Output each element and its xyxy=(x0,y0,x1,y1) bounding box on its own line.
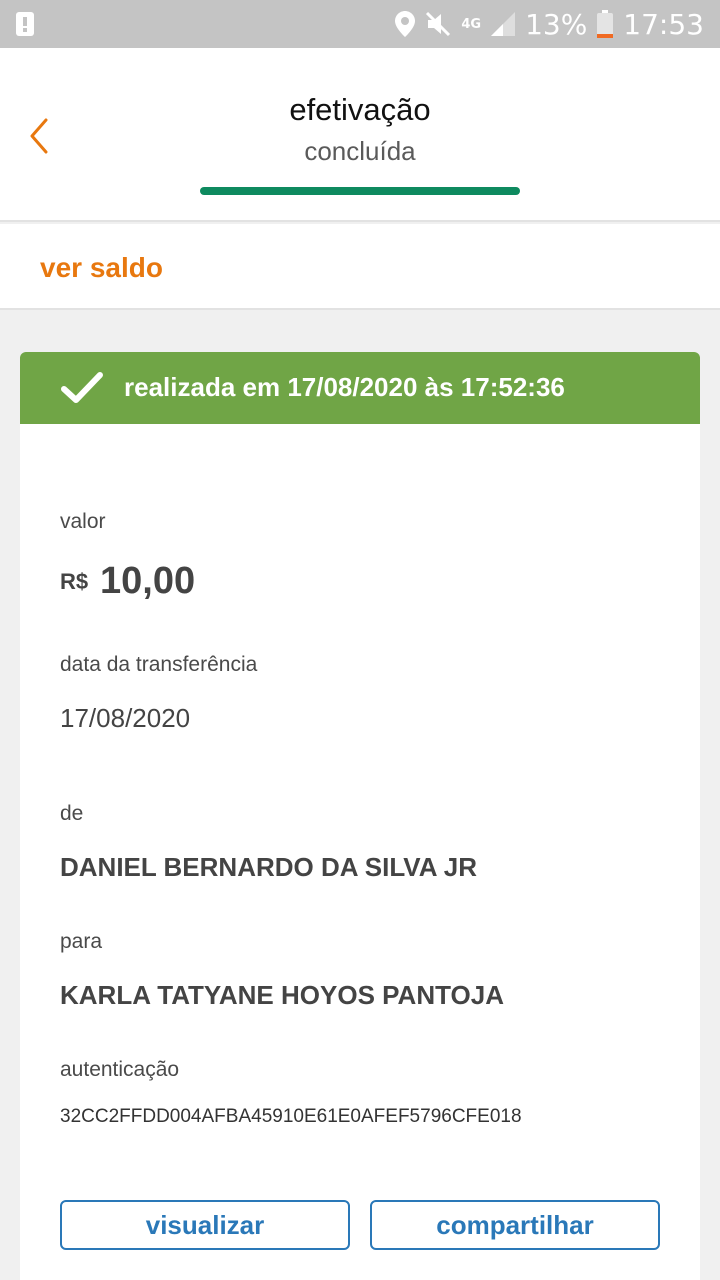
share-button[interactable]: compartilhar xyxy=(370,1200,660,1250)
to-label: para xyxy=(60,930,103,953)
location-icon xyxy=(395,11,416,37)
battery-icon xyxy=(597,10,614,38)
completion-timestamp: realizada em 17/08/2020 às 17:52:36 xyxy=(124,372,565,402)
auth-label: autenticação xyxy=(60,1058,180,1081)
view-button[interactable]: visualizar xyxy=(60,1200,350,1250)
transfer-date: 17/08/2020 xyxy=(60,703,191,733)
amount-value: 10,00 xyxy=(100,560,196,602)
sender-name: DANIEL BERNARDO DA SILVA JR xyxy=(60,852,477,882)
mute-icon xyxy=(426,11,451,37)
header: efetivação concluída xyxy=(0,48,720,222)
currency-symbol: R$ xyxy=(60,569,89,594)
amount-label: valor xyxy=(60,510,106,533)
receipt-card: realizada em 17/08/2020 às 17:52:36 valo… xyxy=(20,352,700,1280)
signal-icon xyxy=(491,12,516,36)
status-bar: 4G 13% 17:53 xyxy=(0,0,720,48)
battery-percent: 13% xyxy=(525,7,588,41)
from-label: de xyxy=(60,802,84,825)
step-progress-bar xyxy=(200,187,520,195)
alert-icon xyxy=(16,12,34,36)
status-right: 4G 13% 17:53 xyxy=(395,0,704,48)
balance-row: ver saldo xyxy=(0,224,720,310)
auth-code: 32CC2FFDD004AFBA45910E61E0AFEF5796CFE018 xyxy=(60,1106,522,1127)
checkmark-icon xyxy=(61,372,103,403)
view-balance-link[interactable]: ver saldo xyxy=(40,252,163,284)
date-label: data da transferência xyxy=(60,653,258,676)
success-banner: realizada em 17/08/2020 às 17:52:36 xyxy=(20,352,700,424)
page-title: efetivação xyxy=(289,92,431,127)
page-subtitle: concluída xyxy=(304,136,416,166)
network-type: 4G xyxy=(461,16,482,32)
recipient-name: KARLA TATYANE HOYOS PANTOJA xyxy=(60,980,504,1010)
clock: 17:53 xyxy=(623,7,704,41)
